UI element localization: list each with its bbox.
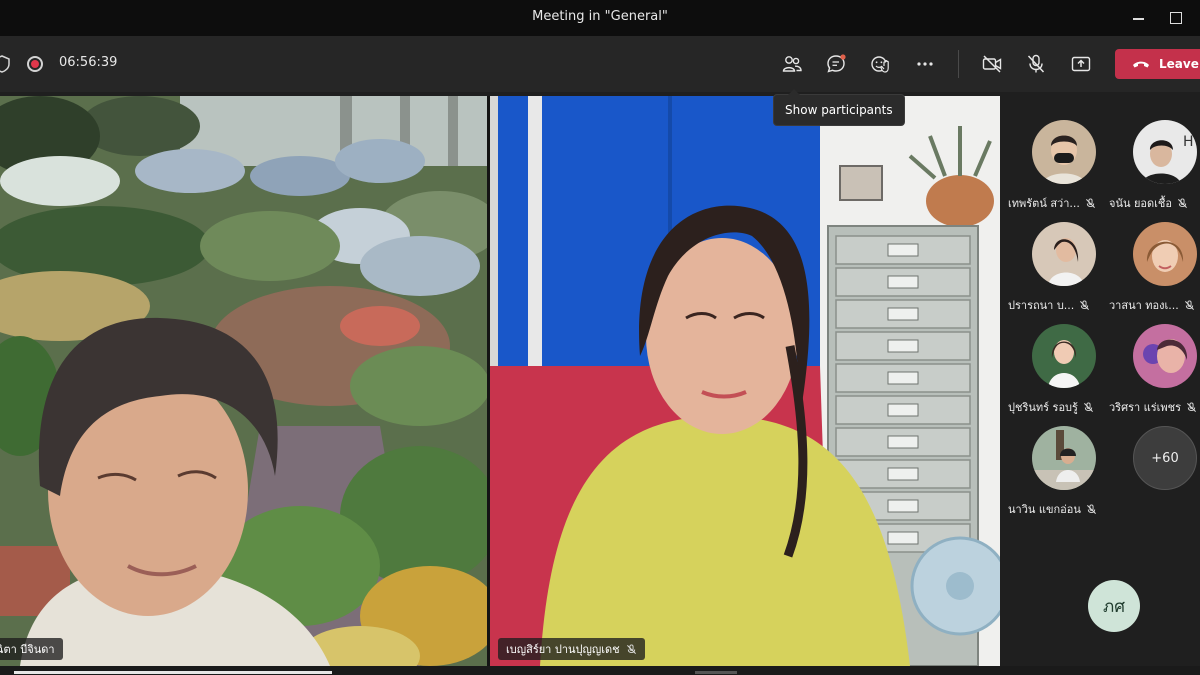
ellipsis-icon [917,62,933,66]
scroll-indicator-secondary [695,671,737,674]
microphone-off-icon [1027,54,1045,73]
maximize-icon[interactable] [1164,8,1186,28]
avatar [1133,324,1197,388]
share-tray-icon [1071,56,1091,72]
participant-gallery: เทพรัตน์ สว่า... H จนัน ยอดเชื้อ ปรารถนา… [1002,96,1200,666]
microphone-off-icon [626,643,636,654]
microphone-off-icon [1086,503,1096,514]
participant-name: นาวิน แขกอ่อน [1008,503,1081,516]
participant-name: เบญสิร์ยา ปานปุญญเดช [506,643,620,656]
scroll-indicator[interactable] [14,671,332,674]
chat-icon [827,54,846,73]
recording-icon [27,56,43,72]
participants-button[interactable] [777,50,807,78]
garden-background-video [0,96,487,666]
reactions-button[interactable] [865,50,895,78]
participant-name: ฉิตา บีจินดา [0,643,55,656]
participant-card[interactable]: ปรารถนา บ... [1002,198,1102,312]
leave-button[interactable]: Leave [1115,49,1200,79]
more-participants-badge[interactable]: +60 [1133,426,1197,490]
participant-name-row: นาวิน แขกอ่อน [1008,500,1097,518]
avatar [1032,324,1096,388]
minimize-icon[interactable] [1127,8,1149,28]
title-bar: Meeting in "General" [0,0,1200,36]
participant-nameplate: เบญสิร์ยา ปานปุญญเดช [498,638,645,660]
share-screen-button[interactable] [1066,50,1096,78]
microphone-off-icon [1187,401,1197,412]
participant-card[interactable]: เทพรัตน์ สว่า... [1002,96,1102,210]
shield-icon [0,55,10,73]
participant-name: วริศรา แร่เพชร [1109,401,1182,414]
camera-off-icon [982,55,1002,73]
participant-card[interactable]: H จนัน ยอดเชื้อ [1103,96,1200,210]
bottom-strip [0,666,1200,675]
svg-text:H: H [1183,134,1194,150]
meeting-toolbar: 06:56:39 Leave [0,36,1200,92]
participant-card[interactable]: วาสนา ทองเ... [1103,198,1200,312]
window-title: Meeting in "General" [532,9,668,24]
more-options-button[interactable] [910,50,940,78]
self-avatar[interactable]: ภศ [1088,580,1140,632]
participants-tooltip: Show participants [773,89,905,126]
participant-nameplate: ฉิตา บีจินดา [0,638,63,660]
leave-label: Leave [1159,57,1199,71]
video-stage: ฉิตา บีจินดา เบญสิร์ยา ปานปุญญเดช [0,96,1000,666]
video-tile-right[interactable]: เบญสิร์ยา ปานปุญญเดช [490,96,1000,666]
avatar: H [1133,120,1197,184]
avatar [1133,222,1197,286]
avatar [1032,222,1096,286]
chat-button[interactable] [821,50,851,78]
participant-name-row: วริศรา แร่เพชร [1109,398,1197,416]
participant-card[interactable]: วริศรา แร่เพชร [1103,300,1200,414]
toolbar-divider [958,50,959,78]
participant-card[interactable]: นาวิน แขกอ่อน [1002,402,1102,516]
avatar [1032,426,1096,490]
microphone-toggle-button[interactable] [1021,50,1051,78]
participant-card[interactable]: ปุชรินทร์ รอบรู้ [1002,300,1102,414]
camera-toggle-button[interactable] [977,50,1007,78]
video-tile-left[interactable]: ฉิตา บีจินดา [0,96,487,666]
reaction-hand-icon [871,56,889,73]
office-video [490,96,1000,666]
hang-up-icon [1133,61,1149,68]
meeting-timer: 06:56:39 [59,55,118,70]
people-icon [782,56,802,72]
avatar [1032,120,1096,184]
